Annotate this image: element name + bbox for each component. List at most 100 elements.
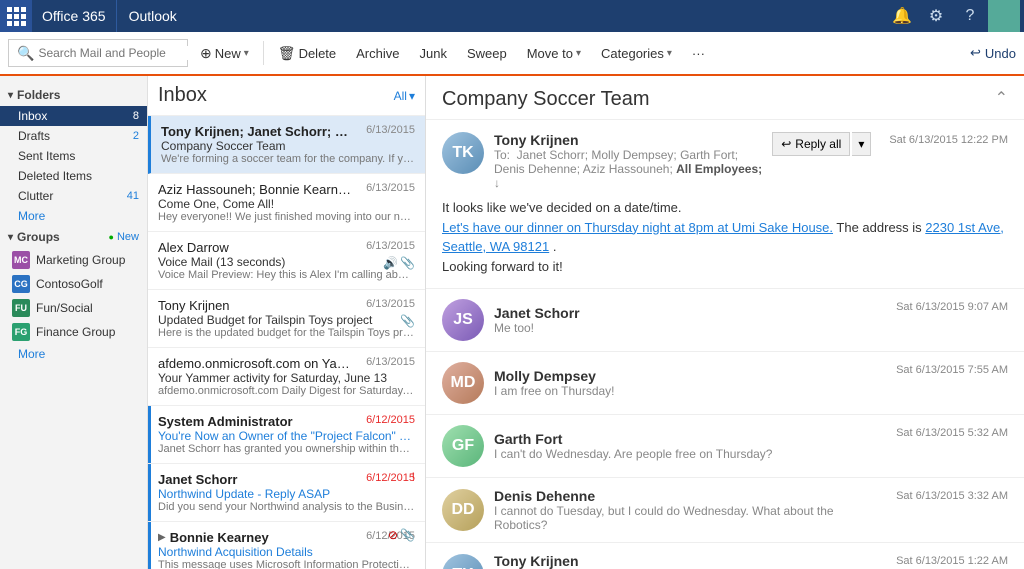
message-to: To: Janet Schorr; Molly Dempsey; Garth F… [494, 148, 762, 190]
message-body: It looks like we've decided on a date/ti… [442, 198, 1008, 276]
app-name: Office 365 [32, 0, 117, 32]
sidebar-item-finance-group[interactable]: FG Finance Group [0, 320, 147, 344]
email-attachment-icons: 📎 [400, 314, 415, 328]
collapsed-message-info: Janet Schorr Me too! [494, 305, 580, 335]
message-block-collapsed[interactable]: TK Tony Krijnen Good point, Garth. Let's… [426, 543, 1024, 569]
sweep-button[interactable]: Sweep [459, 39, 515, 67]
inbox-title: Inbox [158, 84, 394, 107]
reply-icon: ↩ [781, 137, 791, 151]
sidebar-item-sent[interactable]: Sent Items [0, 146, 147, 166]
folders-section-header[interactable]: ▾ Folders [0, 84, 147, 106]
email-date: 6/13/2015 [366, 240, 415, 252]
sweep-label: Sweep [467, 46, 507, 61]
email-preview: Janet Schorr has granted you ownership w… [158, 443, 415, 455]
email-item[interactable]: Aziz Hassouneh; Bonnie Kearney; D... Com… [148, 174, 425, 232]
email-item[interactable]: afdemo.onmicrosoft.com on Yammer Your Ya… [148, 348, 425, 406]
reply-all-label: Reply all [795, 137, 841, 151]
sidebar-item-funsocial[interactable]: FU Fun/Social [0, 296, 147, 320]
all-filter-button[interactable]: All ▾ [394, 89, 415, 103]
undo-label: Undo [985, 46, 1016, 61]
forward-icon: ▶ [158, 532, 166, 543]
sender-avatar: JS [442, 299, 484, 341]
voicemail-icon: 🔊 [383, 256, 398, 270]
message-sender: Molly Dempsey [494, 368, 615, 384]
groups-chevron-icon: ▾ [8, 232, 13, 243]
delete-label: Delete [299, 46, 337, 61]
junk-button[interactable]: Junk [412, 39, 455, 67]
email-subject: Company Soccer Team [161, 139, 415, 153]
body-mid: The address is [836, 220, 921, 235]
email-date: 6/12/2015 [366, 472, 415, 484]
message-block-collapsed[interactable]: DD Denis Dehenne I cannot do Tuesday, bu… [426, 478, 1024, 543]
email-item[interactable]: Tony Krijnen Updated Budget for Tailspin… [148, 290, 425, 348]
sidebar-item-drafts[interactable]: Drafts 2 [0, 126, 147, 146]
reading-pane-header: Company Soccer Team ⌃ [426, 76, 1024, 120]
sidebar-item-clutter[interactable]: Clutter 41 [0, 186, 147, 206]
email-item[interactable]: Tony Krijnen; Janet Schorr; Molly D... C… [148, 116, 425, 174]
reading-pane: Company Soccer Team ⌃ TK Tony Krijnen To… [426, 76, 1024, 569]
email-item[interactable]: ▶ Bonnie Kearney Northwind Acquisition D… [148, 522, 425, 569]
message-preview: Me too! [494, 321, 580, 335]
more-label: ··· [692, 46, 705, 61]
undo-button[interactable]: ↩ Undo [970, 45, 1016, 61]
clutter-label: Clutter [18, 189, 53, 203]
more-folders-button[interactable]: More [0, 206, 147, 226]
reply-options-button[interactable]: ▾ [852, 132, 871, 156]
message-block-collapsed[interactable]: MD Molly Dempsey I am free on Thursday! … [426, 352, 1024, 415]
email-item[interactable]: Janet Schorr Northwind Update - Reply AS… [148, 464, 425, 522]
message-preview: I can't do Wednesday. Are people free on… [494, 447, 772, 461]
delete-button[interactable]: 🗑 Delete [270, 39, 344, 67]
sidebar-item-marketing-group[interactable]: MC Marketing Group [0, 248, 147, 272]
email-subject: Northwind Acquisition Details [158, 545, 415, 559]
bell-icon[interactable]: 🔔 [886, 0, 918, 32]
body-line3: Looking forward to it! [442, 257, 1008, 277]
email-preview: Here is the updated budget for the Tails… [158, 327, 415, 339]
clutter-count: 41 [127, 190, 139, 202]
folders-chevron-icon: ▾ [8, 90, 13, 101]
collapse-button[interactable]: ⌃ [995, 88, 1008, 108]
all-chevron-icon: ▾ [409, 89, 415, 103]
waffle-button[interactable] [0, 0, 32, 32]
email-item[interactable]: System Administrator You're Now an Owner… [148, 406, 425, 464]
sidebar-item-contosogolf[interactable]: CG ContosoGolf [0, 272, 147, 296]
user-avatar[interactable] [988, 0, 1020, 32]
sidebar: ▾ Folders Inbox 8 Drafts 2 Sent Items De… [0, 76, 148, 569]
finance-group-avatar: FG [12, 323, 30, 341]
email-date: 6/13/2015 [366, 356, 415, 368]
moveto-button[interactable]: Move to ▾ [519, 39, 589, 67]
email-item[interactable]: Alex Darrow Voice Mail (13 seconds) Voic… [148, 232, 425, 290]
email-date: 6/12/2015 [366, 414, 415, 426]
collapsed-message-info: Molly Dempsey I am free on Thursday! [494, 368, 615, 398]
marketing-group-avatar: MC [12, 251, 30, 269]
help-icon[interactable]: ? [954, 0, 986, 32]
message-sender: Denis Dehenne [494, 488, 886, 504]
delete-icon: 🗑 [278, 45, 296, 62]
top-bar: Office 365 Outlook 🔔 ⚙ ? [0, 0, 1024, 32]
inbox-header: Inbox All ▾ [148, 76, 425, 116]
groups-section-header[interactable]: ▾ Groups ● New [0, 226, 147, 248]
email-subject: Come One, Come All! [158, 197, 415, 211]
email-subject: Updated Budget for Tailspin Toys project [158, 313, 415, 327]
sidebar-item-deleted[interactable]: Deleted Items [0, 166, 147, 186]
categories-label: Categories [601, 46, 664, 61]
message-block-collapsed[interactable]: JS Janet Schorr Me too! Sat 6/13/2015 9:… [426, 289, 1024, 352]
reply-all-button[interactable]: ↩ Reply all [772, 132, 850, 156]
dinner-link[interactable]: Let's have our dinner on Thursday night … [442, 220, 833, 235]
categories-button[interactable]: Categories ▾ [593, 39, 680, 67]
reply-options-arrow-icon: ▾ [858, 137, 864, 151]
new-group-badge[interactable]: ● New [108, 231, 139, 243]
main-area: ▾ Folders Inbox 8 Drafts 2 Sent Items De… [0, 76, 1024, 569]
sidebar-item-inbox[interactable]: Inbox 8 [0, 106, 147, 126]
search-input[interactable] [38, 46, 193, 60]
search-icon: 🔍 [17, 45, 34, 62]
archive-button[interactable]: Archive [348, 39, 407, 67]
new-button[interactable]: ⊕ New ▾ [192, 39, 257, 67]
more-groups-button[interactable]: More [0, 344, 147, 364]
message-block-collapsed[interactable]: GF Garth Fort I can't do Wednesday. Are … [426, 415, 1024, 478]
search-box[interactable]: 🔍 [8, 39, 188, 67]
sender-avatar: TK [442, 132, 484, 174]
message-actions: ↩ Reply all ▾ [772, 132, 871, 156]
settings-icon[interactable]: ⚙ [920, 0, 952, 32]
more-button[interactable]: ··· [684, 39, 713, 67]
email-block-icons: ⊘ 📎 [388, 528, 415, 542]
